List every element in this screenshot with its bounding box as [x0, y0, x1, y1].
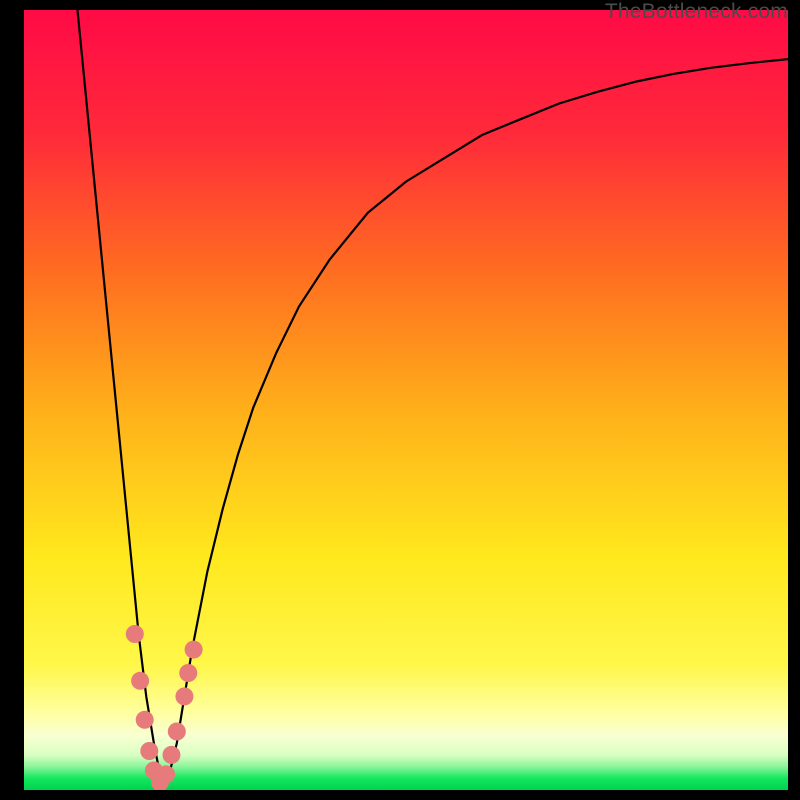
curve-markers: [126, 625, 203, 790]
curve-marker: [162, 746, 180, 764]
curve-marker: [175, 687, 193, 705]
curve-marker: [185, 641, 203, 659]
curve-marker: [136, 711, 154, 729]
curve-marker: [131, 672, 149, 690]
plot-area: [24, 10, 788, 790]
chart-frame: TheBottleneck.com: [0, 0, 800, 800]
watermark-text: TheBottleneck.com: [605, 0, 788, 24]
curve-marker: [157, 765, 175, 783]
curve-marker: [168, 723, 186, 741]
curve-marker: [179, 664, 197, 682]
bottleneck-curve: [24, 10, 788, 790]
curve-marker: [140, 742, 158, 760]
curve-marker: [126, 625, 144, 643]
